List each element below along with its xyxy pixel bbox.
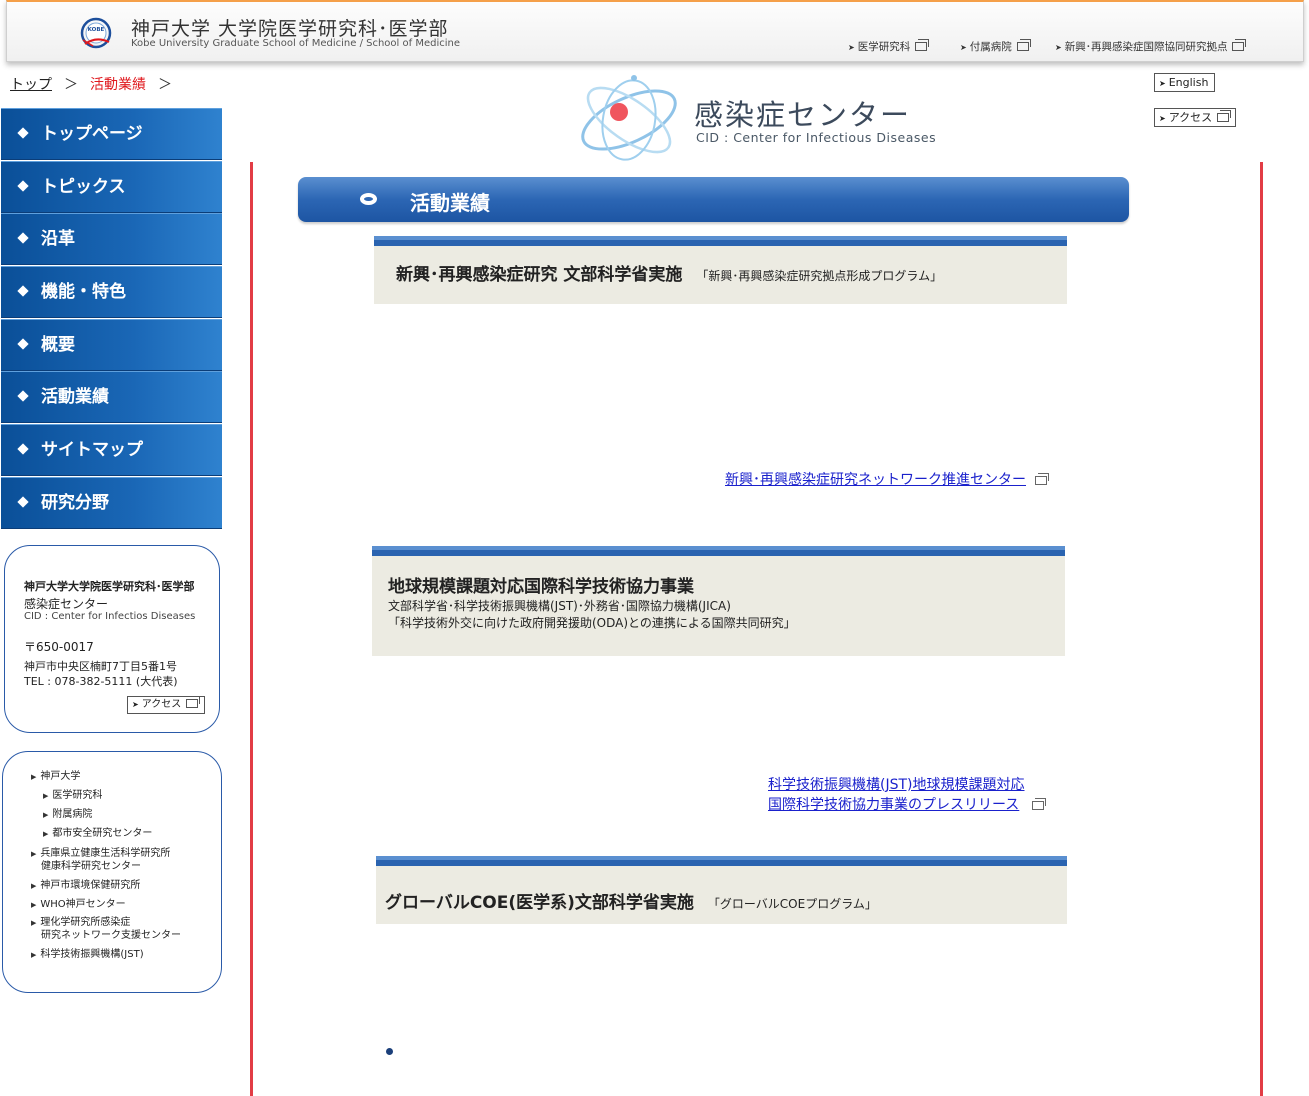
arrow-icon: ➤ (1159, 114, 1166, 123)
diamond-icon (17, 496, 29, 508)
diamond-icon (17, 127, 29, 139)
jst-press-release-link-line2[interactable]: 国際科学技術協力事業のプレスリリース (768, 794, 1019, 814)
program-panel-global-coe: グローバルCOE(医学系)文部科学省実施 「グローバルCOEプログラム」 (376, 856, 1067, 924)
program-panel-satreps: 地球規模課題対応国際科学技術協力事業 文部科学省･科学技術振興機構(JST)･外… (372, 546, 1065, 656)
cid-atom-logo-icon[interactable] (574, 72, 684, 168)
university-title-english: Kobe University Graduate School of Medic… (131, 38, 460, 49)
breadcrumb-separator: ＞ (158, 77, 172, 93)
english-button[interactable]: ➤ English (1154, 73, 1216, 92)
panel-title: グローバルCOE(医学系)文部科学省実施 「グローバルCOEプログラム」 (385, 893, 877, 913)
related-links-box: ▶ 神戸大学 ▶ 医学研究科 ▶ 附属病院 ▶ 都市安全研究センター ▶ 兵庫県立健康生活… (2, 751, 222, 993)
link-medicine[interactable]: ▶ 医学研究科 (43, 789, 102, 803)
arrow-icon: ➤ (960, 43, 967, 52)
cid-title: 感染症センター (694, 98, 912, 132)
kobe-logo-icon[interactable]: KOBE (79, 16, 125, 50)
diamond-icon (17, 180, 29, 192)
triangle-icon: ▶ (31, 850, 37, 858)
address-box: 神戸大学大学院医学研究科･医学部 感染症センター CID : Center fo… (4, 545, 220, 733)
address-zip: 〒650-0017 (24, 640, 94, 654)
breadcrumb-separator: ＞ (64, 77, 78, 93)
link-kobe-environment-institute[interactable]: ▶ 神戸市環境保健研究所 (31, 879, 140, 893)
address-tel: TEL : 078-382-5111 (大代表) (24, 675, 178, 688)
svg-text:KOBE: KOBE (88, 27, 105, 33)
panel-note: 「グローバルCOEプログラム」 (707, 897, 877, 911)
new-window-icon (186, 696, 201, 708)
content-border-left (250, 162, 253, 1096)
link-kobe-university[interactable]: ▶ 神戸大学 (31, 770, 80, 784)
link-riken[interactable]: ▶ 理化学研究所感染症 (31, 916, 130, 930)
triangle-icon: ▶ (31, 951, 37, 959)
panel-title: 新興･再興感染症研究 文部科学省実施 「新興･再興感染症研究拠点形成プログラム」 (396, 265, 943, 285)
panel-title: 地球規模課題対応国際科学技術協力事業 (388, 577, 694, 597)
new-window-icon (1232, 39, 1247, 51)
header-link-medicine[interactable]: ➤ 医学研究科 (848, 39, 930, 54)
diamond-icon (17, 285, 29, 297)
link-riken-line2[interactable]: 研究ネットワーク支援センター (41, 929, 181, 942)
site-header: KOBE 神戸大学 大学院医学研究科･医学部 Kobe University G… (6, 0, 1304, 62)
arrow-icon: ➤ (1159, 79, 1166, 88)
header-link-hospital[interactable]: ➤ 付属病院 (960, 39, 1031, 54)
address-org: 神戸大学大学院医学研究科･医学部 (24, 580, 195, 593)
ring-bullet-icon (360, 193, 377, 205)
link-who-kobe[interactable]: ▶ WHO神戸センター (31, 898, 126, 912)
panel-note: 「新興･再興感染症研究拠点形成プログラム」 (696, 269, 943, 283)
link-hyogo-institute[interactable]: ▶ 兵庫県立健康生活科学研究所 (31, 847, 170, 861)
diamond-icon (17, 390, 29, 403)
sidebar-nav: トップページ トピックス 沿革 機能・特色 概要 活動業績 サイトマップ 研究分… (1, 108, 222, 530)
diamond-icon (17, 338, 29, 350)
panel-line: 文部科学省･科学技術振興機構(JST)･外務省･国際協力機構(JICA) (388, 599, 731, 613)
breadcrumb: トップ ＞ 活動業績 ＞ (10, 74, 184, 94)
access-button[interactable]: ➤ アクセス (127, 696, 206, 714)
cid-subtitle: CID : Center for Infectious Diseases (696, 130, 937, 145)
link-hospital[interactable]: ▶ 附属病院 (43, 808, 92, 822)
program-panel-emerging-infections: 新興･再興感染症研究 文部科学省実施 「新興･再興感染症研究拠点形成プログラム」 (374, 236, 1067, 304)
new-window-icon (1035, 473, 1049, 485)
link-jst[interactable]: ▶ 科学技術振興機構(JST) (31, 948, 144, 962)
address-center: 感染症センター (24, 597, 109, 611)
university-title[interactable]: 神戸大学 大学院医学研究科･医学部 (131, 14, 449, 41)
link-urban-safety-center[interactable]: ▶ 都市安全研究センター (43, 827, 152, 841)
sidebar-item-topics[interactable]: トピックス (1, 160, 222, 213)
arrow-icon: ➤ (848, 43, 855, 52)
triangle-icon: ▶ (31, 773, 37, 781)
triangle-icon: ▶ (31, 882, 37, 890)
section-header-bar: 活動業績 (298, 177, 1129, 222)
content-border-right (1260, 162, 1263, 1096)
triangle-icon: ▶ (43, 792, 49, 800)
triangle-icon: ▶ (43, 811, 49, 819)
triangle-icon: ▶ (31, 919, 37, 927)
diamond-icon (17, 443, 29, 455)
breadcrumb-current: 活動業績 (90, 77, 146, 93)
network-center-link[interactable]: 新興･再興感染症研究ネットワーク推進センター (725, 469, 1026, 489)
sidebar-item-history[interactable]: 沿革 (1, 213, 222, 266)
arrow-icon: ➤ (1055, 43, 1062, 52)
arrow-icon: ➤ (132, 700, 139, 709)
new-window-icon (1032, 798, 1046, 810)
sidebar-item-top-page[interactable]: トップページ (1, 108, 222, 160)
jst-press-release-link[interactable]: 科学技術振興機構(JST)地球規模課題対応 (768, 774, 1025, 794)
section-title: 活動業績 (410, 191, 490, 215)
panel-line: 「科学技術外交に向けた政府開発援助(ODA)との連携による国際共同研究」 (388, 616, 796, 630)
sidebar-item-features[interactable]: 機能・特色 (1, 266, 222, 319)
link-hyogo-institute-line2[interactable]: 健康科学研究センター (41, 860, 141, 873)
list-bullet (386, 1048, 393, 1055)
new-window-icon (915, 39, 930, 51)
breadcrumb-top-link[interactable]: トップ (10, 77, 52, 93)
triangle-icon: ▶ (31, 901, 37, 909)
access-button[interactable]: ➤ アクセス (1154, 108, 1237, 127)
address-center-english: CID : Center for Infectios Diseases (24, 611, 196, 622)
new-window-icon (1016, 39, 1031, 51)
sidebar-item-achievements[interactable]: 活動業績 (1, 371, 222, 424)
diamond-icon (17, 232, 29, 245)
triangle-icon: ▶ (43, 830, 49, 838)
sidebar-item-overview[interactable]: 概要 (1, 318, 222, 371)
sidebar-item-sitemap[interactable]: サイトマップ (1, 424, 222, 477)
sidebar-item-research-fields[interactable]: 研究分野 (1, 476, 222, 529)
new-window-icon (1217, 110, 1232, 122)
header-link-infection-research[interactable]: ➤ 新興･再興感染症国際協同研究拠点 (1055, 39, 1247, 54)
address-street: 神戸市中央区楠町7丁目5番1号 (24, 660, 177, 673)
